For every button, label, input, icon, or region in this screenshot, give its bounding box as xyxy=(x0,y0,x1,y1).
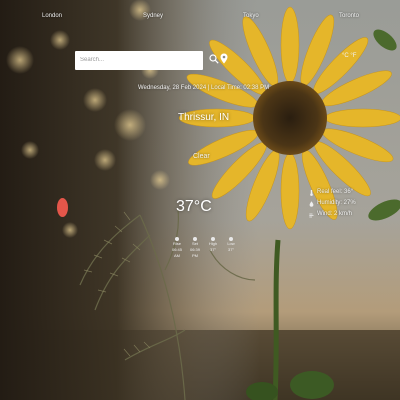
status-marker[interactable] xyxy=(57,198,68,217)
sun-temp-summary: Rise 06:45 AM Set 06:39 PM High 37° Low … xyxy=(170,237,240,271)
detail-text: Humidity: 27% xyxy=(317,200,356,206)
summary-item: High 37° xyxy=(206,237,220,253)
unit-toggle[interactable]: °C °F xyxy=(342,53,356,59)
summary-value: 37° xyxy=(227,247,235,252)
weather-details: Real feel: 36° Humidity: 27% Wind: 2 km/… xyxy=(309,187,356,220)
detail-wind: Wind: 2 km/h xyxy=(309,209,356,220)
weather-condition: Clear xyxy=(193,153,210,160)
wind-icon xyxy=(309,213,314,217)
search-bar xyxy=(75,48,203,70)
summary-label: Set xyxy=(191,241,198,246)
humidity-icon xyxy=(309,200,314,207)
detail-text: Real feel: 36° xyxy=(317,189,354,195)
thermometer-icon xyxy=(310,189,313,196)
detail-real-feel: Real feel: 36° xyxy=(309,187,356,198)
summary-label: Low xyxy=(227,241,235,246)
summary-value: 37° xyxy=(209,247,217,252)
local-datetime: Wednesday, 28 Feb 2024 | Local Time: 02:… xyxy=(138,85,270,91)
summary-item: Rise 06:45 AM xyxy=(170,237,184,259)
city-link-toronto[interactable]: Toronto xyxy=(339,13,359,19)
search-input[interactable] xyxy=(75,50,203,70)
temperature: 37°C xyxy=(176,198,212,215)
city-link-tokyo[interactable]: Tokyo xyxy=(243,13,259,19)
detail-text: Wind: 2 km/h xyxy=(317,211,353,217)
search-icon[interactable] xyxy=(209,54,219,64)
summary-item: Low 37° xyxy=(224,237,238,253)
detail-humidity: Humidity: 27% xyxy=(309,198,356,209)
location-pin-icon[interactable] xyxy=(220,53,228,64)
summary-label: Rise xyxy=(172,241,181,246)
city-quicklinks: London Sydney Tokyo Toronto xyxy=(0,13,400,25)
summary-value: 06:45 AM xyxy=(171,247,182,258)
location-name: Thrissur, IN xyxy=(178,112,230,123)
city-link-london[interactable]: London xyxy=(42,13,62,19)
city-link-sydney[interactable]: Sydney xyxy=(143,13,163,19)
summary-item: Set 06:39 PM xyxy=(188,237,202,259)
summary-value: 06:39 PM xyxy=(189,247,200,258)
summary-label: High xyxy=(208,241,218,246)
